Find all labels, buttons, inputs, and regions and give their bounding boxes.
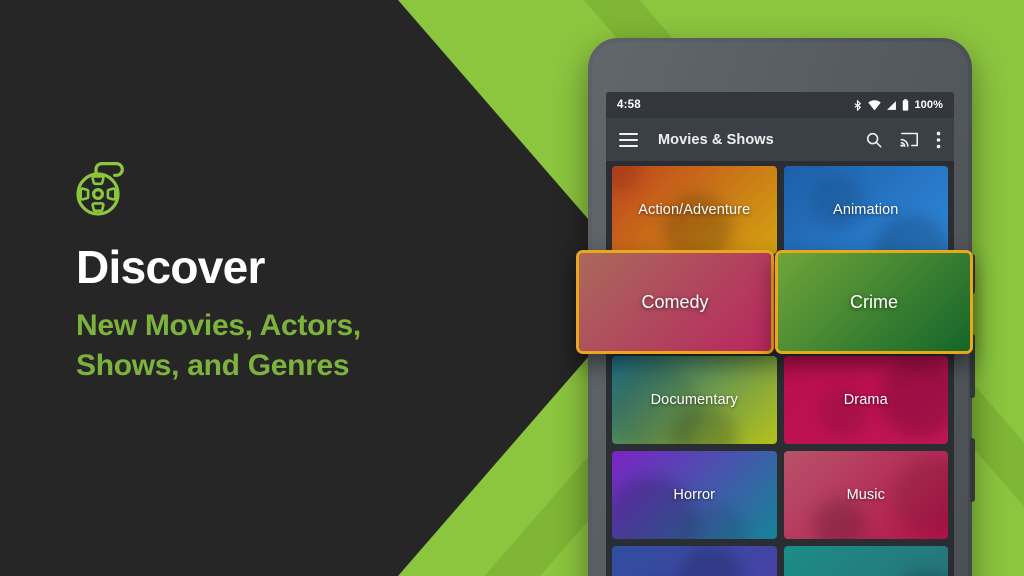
artwork-texture: [612, 166, 642, 192]
genre-tile-label: Drama: [843, 392, 888, 408]
wifi-icon: [868, 99, 882, 110]
artwork-texture: [612, 476, 697, 539]
artwork-texture: [879, 358, 948, 437]
genre-tile[interactable]: Sci-Fi: [783, 546, 948, 576]
app-toolbar: Movies & Shows: [606, 118, 954, 161]
highlight-card-label: Crime: [850, 291, 898, 312]
genre-tile-label: Horror: [673, 487, 716, 503]
artwork-texture: [871, 216, 948, 254]
genre-tile[interactable]: Romance: [612, 546, 777, 576]
artwork-texture: [892, 458, 948, 534]
genre-tile[interactable]: Documentary: [612, 356, 777, 444]
genre-tile-label: Animation: [833, 202, 899, 218]
volume-down-button[interactable]: [970, 438, 975, 502]
status-bar: 4:58 100%: [606, 92, 954, 118]
cellular-signal-icon: [887, 100, 897, 110]
genre-tile[interactable]: Animation: [783, 166, 948, 254]
artwork-texture: [679, 547, 742, 576]
toolbar-actions: [865, 131, 941, 149]
genre-tile-label: Documentary: [650, 392, 738, 408]
genre-tile[interactable]: Horror: [612, 451, 777, 539]
artwork-texture: [887, 570, 948, 576]
battery-icon: [903, 99, 909, 111]
genre-tile[interactable]: Action/Adventure: [612, 166, 777, 254]
bluetooth-icon: [854, 99, 862, 111]
promo-copy-block: Discover New Movies, Actors, Shows, and …: [76, 160, 496, 387]
subtitle-line-1: New Movies, Actors,: [76, 308, 361, 342]
toolbar-title: Movies & Shows: [658, 131, 774, 148]
status-bar-time: 4:58: [617, 99, 641, 111]
page-subtitle: New Movies, Actors, Shows, and Genres: [76, 306, 496, 387]
artwork-texture: [813, 499, 864, 539]
overflow-menu-icon[interactable]: [936, 131, 941, 149]
genre-tile-artwork: [783, 546, 948, 576]
genre-tile[interactable]: Music: [783, 451, 948, 539]
status-bar-icons: 100%: [852, 99, 943, 111]
genre-grid: Action/Adventure Animation Comedy Crime Docu…: [606, 161, 954, 576]
cast-icon[interactable]: [900, 131, 919, 148]
search-icon[interactable]: [865, 131, 883, 149]
battery-percentage: 100%: [914, 99, 943, 111]
film-reel-icon: [76, 162, 124, 216]
subtitle-line-2: Shows, and Genres: [76, 349, 350, 383]
genre-tile[interactable]: Drama: [783, 356, 948, 444]
highlight-card-crime[interactable]: Crime: [775, 250, 973, 354]
genre-tile-label: Action/Adventure: [638, 202, 751, 218]
genre-tile-label: Music: [846, 487, 885, 503]
highlight-card-label: Comedy: [641, 291, 709, 312]
highlight-card-comedy[interactable]: Comedy: [576, 250, 774, 354]
genre-tile-artwork: [612, 546, 777, 576]
page-title: Discover: [76, 241, 265, 293]
hamburger-menu-icon[interactable]: [619, 132, 638, 147]
